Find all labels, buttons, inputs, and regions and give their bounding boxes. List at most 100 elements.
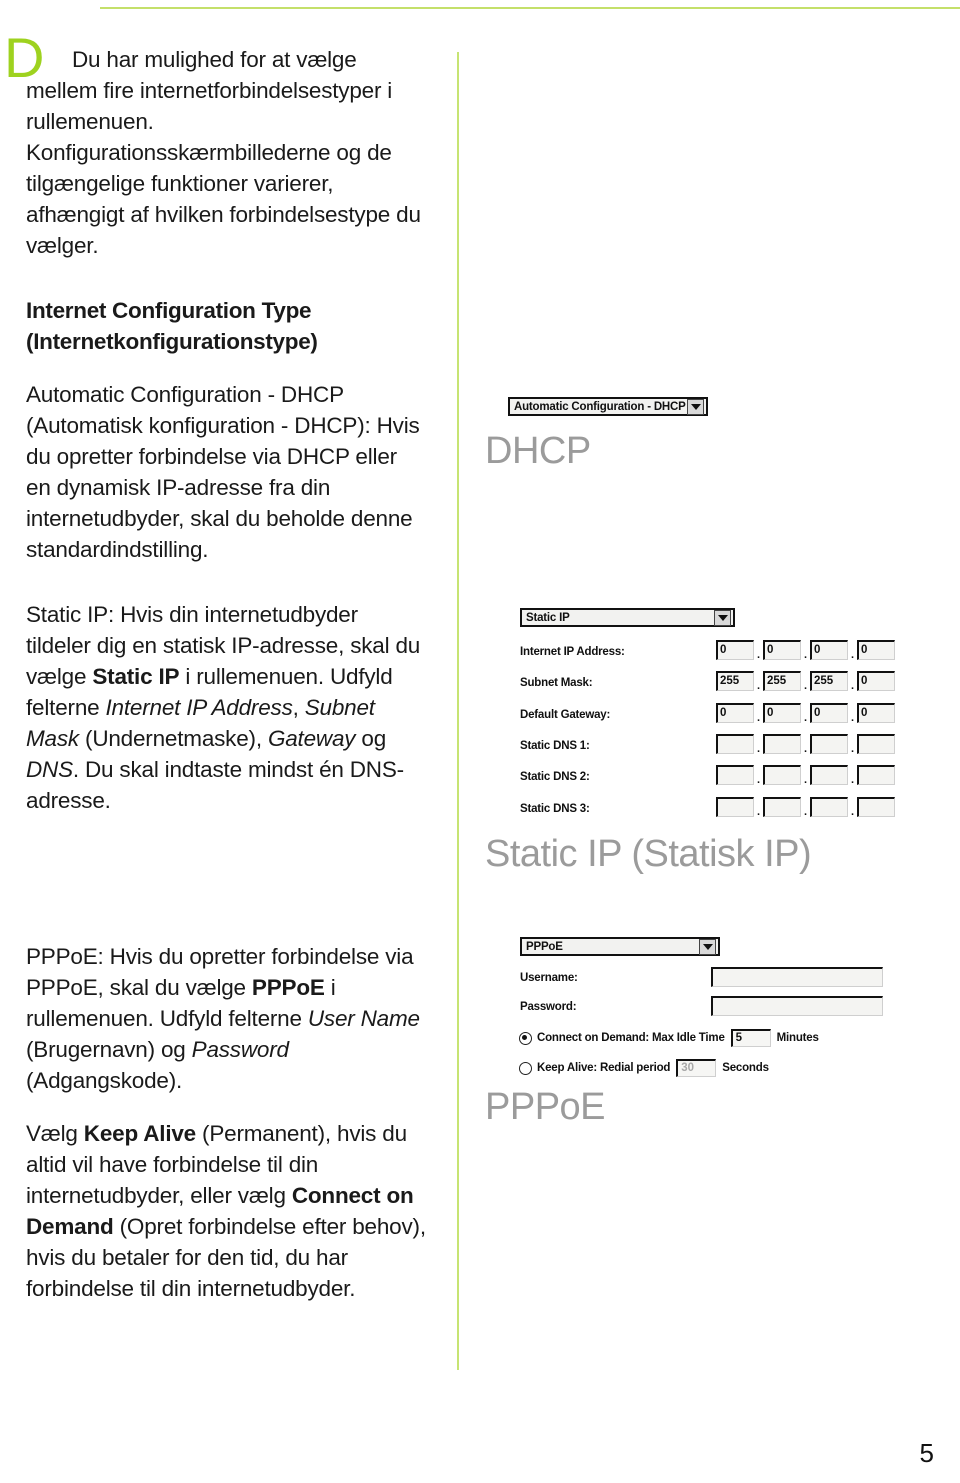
chevron-down-icon[interactable] (687, 398, 704, 415)
static-p4: (Undernetmaske), (78, 726, 268, 751)
max-idle-time-input[interactable]: 5 (730, 1029, 771, 1047)
username-input[interactable] (711, 967, 883, 987)
connect-on-demand-label: Connect on Demand: Max Idle Time (537, 1032, 725, 1044)
octet-input[interactable]: 0 (763, 703, 801, 723)
octet-input[interactable] (810, 765, 848, 785)
chevron-down-icon[interactable] (699, 938, 716, 955)
static-italic-gateway: Gateway (267, 726, 356, 751)
page-number: 5 (919, 1438, 934, 1468)
octet-input[interactable] (716, 797, 754, 817)
octet-separator: . (756, 649, 761, 661)
connect-on-demand-option[interactable]: Connect on Demand: Max Idle Time 5 Minut… (519, 1029, 819, 1047)
octet-input[interactable] (810, 734, 848, 754)
static-p3: , (292, 695, 305, 720)
header-rule (100, 7, 960, 9)
octet-input[interactable]: 0 (857, 671, 895, 691)
pppoe-paragraph: PPPoE: Hvis du opretter forbindelse via … (26, 941, 426, 1096)
octet-separator: . (803, 806, 808, 818)
octet-separator: . (850, 743, 855, 755)
pppoe-select-value: PPPoE (526, 940, 563, 953)
octet-separator: . (756, 743, 761, 755)
static-ip-caption: Static IP (Statisk IP) (485, 833, 812, 875)
dhcp-select-box[interactable]: Automatic Configuration - DHCP (508, 397, 708, 416)
intro-paragraph: Du har mulighed for at vælge mellem fire… (26, 47, 421, 258)
octet-input[interactable] (857, 765, 895, 785)
octet-input[interactable] (763, 797, 801, 817)
radio-keep-alive[interactable] (519, 1061, 532, 1075)
static-italic-dns: DNS (26, 757, 73, 782)
pppoe-p4: (Adgangskode). (26, 1068, 183, 1093)
octet-input[interactable]: 0 (716, 640, 754, 660)
octet-separator: . (803, 774, 808, 786)
octet-input[interactable]: 0 (857, 640, 895, 660)
static-ip-type-select[interactable]: Static IP (520, 608, 735, 627)
octet-input[interactable] (716, 765, 754, 785)
octet-separator: . (756, 806, 761, 818)
octets-static-dns-2[interactable]: ... (716, 765, 895, 786)
static-bold-static-ip: Static IP (92, 664, 180, 689)
octet-separator: . (850, 774, 855, 786)
octet-separator: . (850, 680, 855, 692)
pppoe-p1: PPPoE: Hvis du opretter forbindelse via … (26, 944, 414, 1000)
octets-subnet-mask[interactable]: 255. 255. 255. 0 (716, 671, 895, 692)
static-p6: . Du skal indtaste mindst én DNS-adresse… (26, 757, 404, 813)
octet-input[interactable]: 255 (763, 671, 801, 691)
radio-connect-on-demand[interactable] (519, 1031, 532, 1045)
octet-input[interactable]: 0 (716, 703, 754, 723)
dhcp-select-value: Automatic Configuration - DHCP (514, 400, 686, 413)
octet-separator: . (850, 712, 855, 724)
octet-input[interactable]: 0 (810, 703, 848, 723)
label-password: Password: (520, 1001, 577, 1013)
octet-input[interactable] (763, 765, 801, 785)
max-idle-time-unit: Minutes (776, 1032, 819, 1044)
octet-separator: . (850, 649, 855, 661)
static-ip-select-box[interactable]: Static IP (520, 608, 735, 627)
octet-input[interactable]: 0 (763, 640, 801, 660)
label-username: Username: (520, 972, 578, 984)
octets-default-gateway[interactable]: 0.0.0.0 (716, 703, 895, 724)
left-text-column: Du har mulighed for at vælge mellem fire… (26, 44, 426, 816)
octet-input[interactable] (763, 734, 801, 754)
column-divider-rule (457, 52, 459, 1370)
chevron-down-icon[interactable] (714, 609, 731, 626)
section-heading-line-2: (Internetkonfigurationstype) (26, 329, 318, 354)
pppoe-italic-user-name: User Name (307, 1006, 420, 1031)
octet-input[interactable] (857, 734, 895, 754)
section-heading-line-1: Internet Configuration Type (26, 298, 312, 323)
octet-separator: . (803, 743, 808, 755)
octet-input[interactable]: 255 (810, 671, 848, 691)
octets-static-dns-3[interactable]: ... (716, 797, 895, 818)
label-static-dns-1: Static DNS 1: (520, 740, 590, 752)
ka-bold-keep-alive: Keep Alive (83, 1121, 196, 1146)
redial-period-input[interactable]: 30 (676, 1059, 717, 1077)
label-static-dns-2: Static DNS 2: (520, 771, 590, 783)
octet-input[interactable] (810, 797, 848, 817)
octet-separator: . (756, 712, 761, 724)
password-input[interactable] (711, 996, 883, 1016)
octet-input[interactable]: 0 (857, 703, 895, 723)
octet-input[interactable]: 255 (716, 671, 754, 691)
keep-alive-option[interactable]: Keep Alive: Redial period 30 Seconds (519, 1059, 769, 1077)
label-default-gateway: Default Gateway: (520, 709, 611, 721)
octet-separator: . (756, 680, 761, 692)
pppoe-caption: PPPoE (485, 1086, 606, 1128)
pppoe-bold-pppoe: PPPoE (251, 975, 325, 1000)
pppoe-select-box[interactable]: PPPoE (520, 937, 720, 956)
octets-static-dns-1[interactable]: ... (716, 734, 895, 755)
octets-internet-ip-address[interactable]: 0.0.0.0 (716, 640, 895, 661)
octet-input[interactable]: 0 (810, 640, 848, 660)
static-ip-select-value: Static IP (526, 611, 570, 624)
label-subnet-mask: Subnet Mask: (520, 677, 593, 689)
label-internet-ip-address: Internet IP Address: (520, 646, 625, 658)
pppoe-type-select[interactable]: PPPoE (520, 937, 720, 956)
left-text-column-lower: PPPoE: Hvis du opretter forbindelse via … (26, 941, 426, 1304)
octet-separator: . (803, 712, 808, 724)
dhcp-paragraph: Automatic Configuration - DHCP (Automati… (26, 382, 420, 562)
static-p5: og (355, 726, 387, 751)
dhcp-type-select[interactable]: Automatic Configuration - DHCP (508, 397, 708, 416)
octet-input[interactable] (857, 797, 895, 817)
octet-input[interactable] (716, 734, 754, 754)
